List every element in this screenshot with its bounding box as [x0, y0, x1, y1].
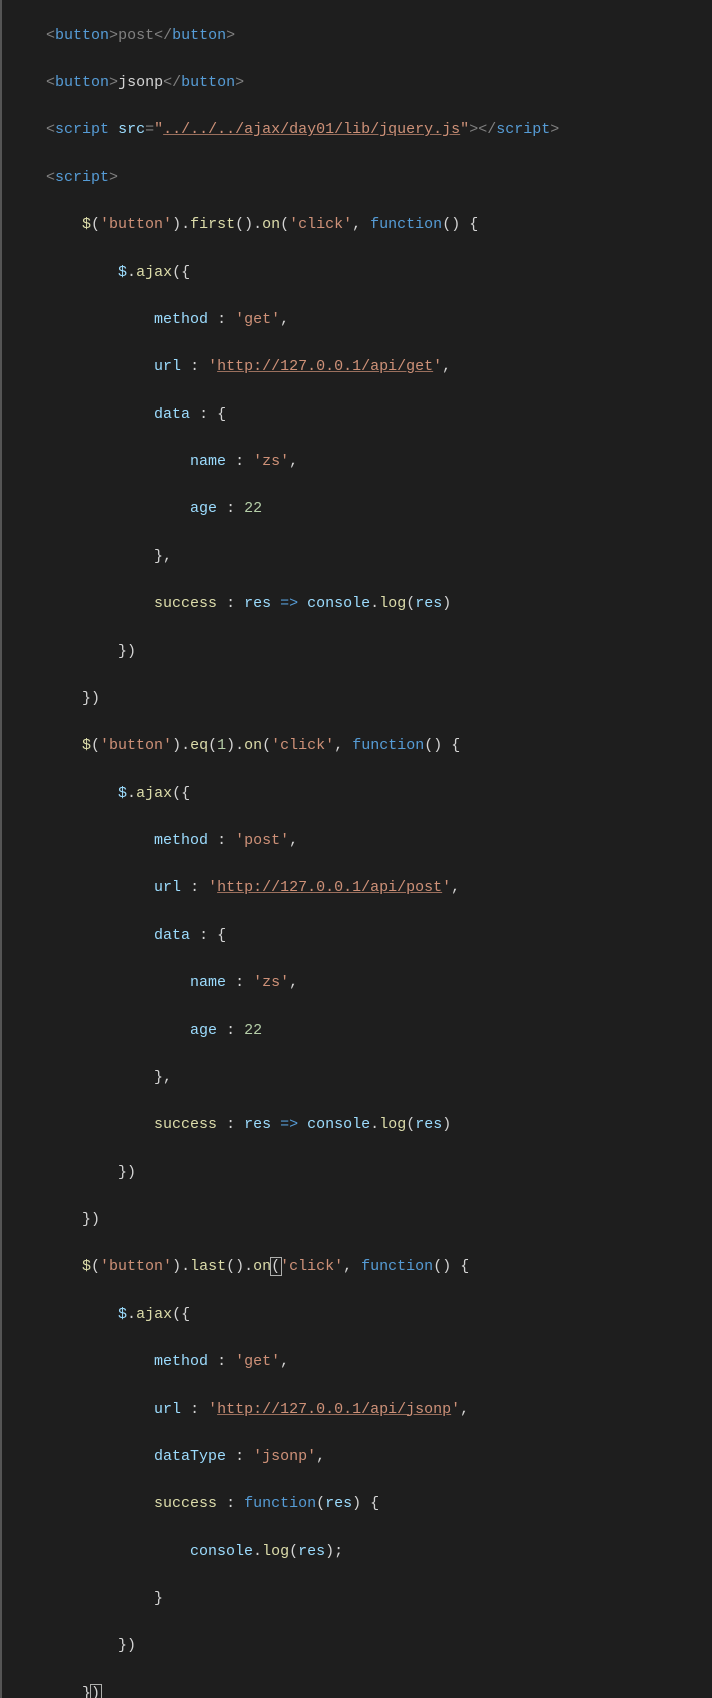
code-line: name : 'zs', [2, 450, 712, 474]
code-line: }, [2, 1066, 712, 1090]
code-line: } [2, 1587, 712, 1611]
code-line: <script> [2, 166, 712, 190]
code-line: $('button').eq(1).on('click', function()… [2, 734, 712, 758]
code-line: method : 'get', [2, 308, 712, 332]
code-line: method : 'post', [2, 829, 712, 853]
code-line: name : 'zs', [2, 971, 712, 995]
code-line: $('button').last().on('click', function(… [2, 1255, 712, 1279]
code-line: url : 'http://127.0.0.1/api/post', [2, 876, 712, 900]
code-line: url : 'http://127.0.0.1/api/get', [2, 355, 712, 379]
code-line: success : res => console.log(res) [2, 1113, 712, 1137]
code-line: }) [2, 640, 712, 664]
code-line: $.ajax({ [2, 782, 712, 806]
matching-bracket: ) [90, 1684, 102, 1698]
code-editor[interactable]: <button>post</button> <button>jsonp</but… [0, 0, 712, 1698]
code-line: method : 'get', [2, 1350, 712, 1374]
code-line: console.log(res); [2, 1540, 712, 1564]
code-line: }, [2, 545, 712, 569]
code-line: age : 22 [2, 497, 712, 521]
code-line: age : 22 [2, 1019, 712, 1043]
code-line: data : { [2, 403, 712, 427]
code-line: }) [2, 1208, 712, 1232]
code-line: $('button').first().on('click', function… [2, 213, 712, 237]
code-line: $.ajax({ [2, 261, 712, 285]
code-line: $.ajax({ [2, 1303, 712, 1327]
code-line: <button>post</button> [2, 24, 712, 48]
code-line: }) [2, 1634, 712, 1658]
code-line: success : res => console.log(res) [2, 592, 712, 616]
code-line: success : function(res) { [2, 1492, 712, 1516]
code-line: <button>jsonp</button> [2, 71, 712, 95]
code-line: dataType : 'jsonp', [2, 1445, 712, 1469]
code-line: }) [2, 687, 712, 711]
code-line: }) [2, 1682, 712, 1698]
code-line: }) [2, 1161, 712, 1185]
code-line: data : { [2, 924, 712, 948]
code-line: url : 'http://127.0.0.1/api/jsonp', [2, 1398, 712, 1422]
code-line: <script src="../../../ajax/day01/lib/jqu… [2, 118, 712, 142]
